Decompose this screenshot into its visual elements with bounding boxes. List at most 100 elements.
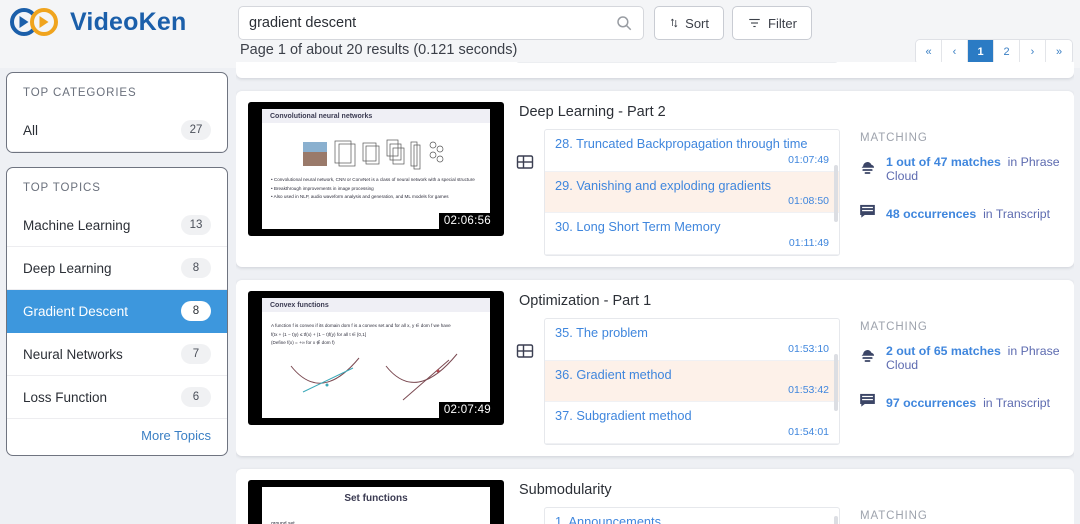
matching-row[interactable]: 2 out of 65 matches in Phrase Cloud (858, 344, 1062, 372)
pagination-first[interactable]: « (916, 40, 942, 64)
sort-icon (670, 18, 678, 28)
matching-section: MATCHING 1 out of 47 matches in Phrase Cl… (850, 129, 1062, 245)
chapter-name: 1. Announcements (555, 513, 662, 524)
slide-bullet: • Also used in NLP, audio waveform analy… (271, 194, 449, 200)
sidebar: TOP CATEGORIES All 27 TOP TOPICS Machine … (6, 72, 228, 470)
row-label: Deep Learning (23, 260, 112, 276)
pagination-prev[interactable]: ‹ (942, 40, 968, 64)
search-bar[interactable] (238, 6, 644, 40)
sort-button[interactable]: Sort (654, 6, 724, 40)
slide-bullet: • Convolutional neural network, CNN or C… (271, 177, 475, 182)
chapter-list[interactable]: 35. The problem 01:53:10 36. Gradient meth… (544, 317, 840, 445)
result-card-partial[interactable] (236, 62, 1074, 78)
topic-item-machine-learning[interactable]: Machine Learning 13 (7, 204, 227, 247)
topic-item-neural-networks[interactable]: Neural Networks 7 (7, 333, 227, 376)
matching-text: 1 out of 47 matches in Phrase Cloud (886, 155, 1060, 183)
top-categories-panel: TOP CATEGORIES All 27 (6, 72, 228, 153)
chapter-item[interactable]: 1. Announcements (545, 508, 839, 524)
topic-item-loss-function[interactable]: Loss Function 6 (7, 376, 227, 419)
chapter-scrollbar[interactable] (834, 164, 838, 223)
video-thumbnail[interactable]: Convex functions A function f is convex i… (248, 290, 504, 425)
matching-row[interactable]: 97 occurrences in Transcript (858, 392, 1062, 414)
slide-title: Convex functions (262, 297, 490, 312)
chapter-name: 28. Truncated Backpropagation through ti… (555, 136, 808, 151)
filter-label: Filter (768, 15, 797, 31)
matching-text: 48 occurrences in Transcript (886, 207, 1051, 221)
row-label: Machine Learning (23, 217, 131, 233)
play-circle-orange-icon (30, 8, 58, 36)
chapter-timestamp: 01:53:10 (788, 342, 829, 355)
transcript-icon (858, 392, 877, 414)
thumbnail-slide: Convex functions A function f is convex i… (262, 297, 490, 418)
chapter-name: 37. Subgradient method (555, 408, 692, 424)
slide-bullet: • Breakthrough improvements in image pro… (271, 185, 374, 191)
result-title[interactable]: Optimization - Part 1 (519, 293, 1062, 309)
table-of-contents-icon[interactable] (516, 153, 534, 176)
matching-row[interactable]: 1 out of 47 matches in Phrase Cloud (858, 155, 1062, 183)
chapter-scrollbar[interactable] (834, 515, 838, 524)
topic-item-gradient-descent[interactable]: Gradient Descent 8 (7, 290, 227, 333)
search-input[interactable] (249, 15, 615, 31)
chapter-item[interactable]: 30. Long Short Term Memory 01:11:49 (545, 213, 839, 255)
result-title[interactable]: Submodularity (519, 482, 1062, 498)
pagination-last[interactable]: » (1046, 40, 1072, 64)
row-count-badge: 7 (181, 344, 211, 364)
chapter-item[interactable]: 29. Vanishing and exploding gradients 01:… (545, 171, 839, 214)
row-count-badge: 6 (181, 387, 211, 407)
slide-bullet: ground set (271, 520, 295, 524)
chapter-list[interactable]: 1. Announcements (544, 506, 840, 524)
category-item-all[interactable]: All 27 (7, 109, 227, 152)
pagination-next[interactable]: › (1020, 40, 1046, 64)
chapter-item[interactable]: 36. Gradient method 01:53:42 (545, 360, 839, 403)
filter-icon (749, 18, 760, 28)
thumbnail-slide: Set functions ground set (262, 486, 490, 524)
slide-body: A function f is convex if its domain dom… (262, 312, 490, 410)
chapter-name: 35. The problem (555, 324, 648, 340)
results-list: Convolutional neural networks • Convolut… (236, 62, 1074, 524)
result-title[interactable]: Deep Learning - Part 2 (519, 104, 1062, 120)
chapter-item[interactable]: 28. Truncated Backpropagation through ti… (545, 130, 839, 172)
matching-text: 2 out of 65 matches in Phrase Cloud (886, 343, 1060, 372)
brand-logo[interactable]: VideoKen (10, 6, 186, 38)
search-icon[interactable] (615, 14, 633, 32)
pagination-page-2[interactable]: 2 (994, 40, 1020, 64)
chapter-item[interactable]: 37. Subgradient method 01:54:01 (545, 402, 839, 444)
chapter-list[interactable]: 28. Truncated Backpropagation through ti… (544, 129, 840, 256)
chapter-timestamp: 01:53:42 (788, 384, 829, 397)
row-label: Neural Networks (23, 346, 123, 362)
video-thumbnail[interactable]: Set functions ground set (248, 479, 504, 524)
slide-bullet: A function f is convex if its domain dom… (271, 322, 451, 328)
chapter-scrollbar[interactable] (834, 353, 838, 412)
more-topics-link[interactable]: More Topics (7, 419, 227, 455)
topic-item-deep-learning[interactable]: Deep Learning 8 (7, 247, 227, 290)
row-count-badge: 8 (181, 301, 211, 321)
chapter-name: 36. Gradient method (555, 366, 672, 382)
table-of-contents-icon[interactable] (516, 342, 534, 365)
result-card[interactable]: Convolutional neural networks • Convolut… (236, 91, 1074, 267)
pagination-page-1[interactable]: 1 (968, 40, 994, 64)
matching-row[interactable]: 48 occurrences in Transcript (858, 203, 1062, 225)
transcript-icon (858, 203, 877, 225)
row-count-badge: 8 (181, 258, 211, 278)
pagination[interactable]: «‹ 1 2 ›» (916, 40, 1072, 64)
video-thumbnail[interactable]: Convolutional neural networks • Convolut… (248, 102, 504, 236)
matching-section: MATCHING 2 out of 65 matches in Phrase Cl… (850, 318, 1062, 434)
slide-title: Set functions (262, 486, 490, 510)
matching-text: 97 occurrences in Transcript (886, 395, 1051, 410)
filter-button[interactable]: Filter (732, 6, 812, 40)
video-duration: 02:06:56 (438, 213, 496, 229)
row-label: All (23, 122, 39, 138)
matching-label: MATCHING (860, 132, 928, 144)
row-count-badge: 13 (181, 215, 211, 235)
row-count-badge: 27 (181, 120, 211, 140)
result-card[interactable]: Set functions ground set Submodularity 1.… (236, 468, 1074, 524)
top-topics-panel: TOP TOPICS Machine Learning 13 Deep Learni… (6, 167, 228, 456)
chapter-timestamp: 01:08:50 (788, 195, 829, 208)
row-label: Gradient Descent (23, 303, 129, 319)
chapter-timestamp: 01:54:01 (788, 425, 829, 438)
brand-name: VideoKen (70, 7, 187, 36)
matching-label: MATCHING (860, 509, 928, 522)
chapter-item[interactable]: 35. The problem 01:53:10 (545, 319, 839, 361)
results-info: Page 1 of about 20 results (0.121 second… (240, 42, 518, 58)
result-card[interactable]: Convex functions A function f is convex i… (236, 279, 1074, 456)
